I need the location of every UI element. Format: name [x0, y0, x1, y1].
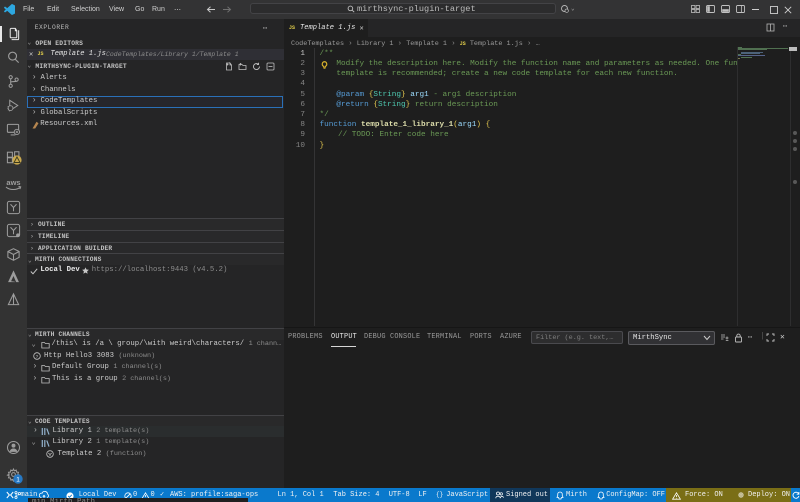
svg-text:1: 1 — [16, 476, 20, 483]
svg-text:?: ? — [35, 354, 38, 360]
